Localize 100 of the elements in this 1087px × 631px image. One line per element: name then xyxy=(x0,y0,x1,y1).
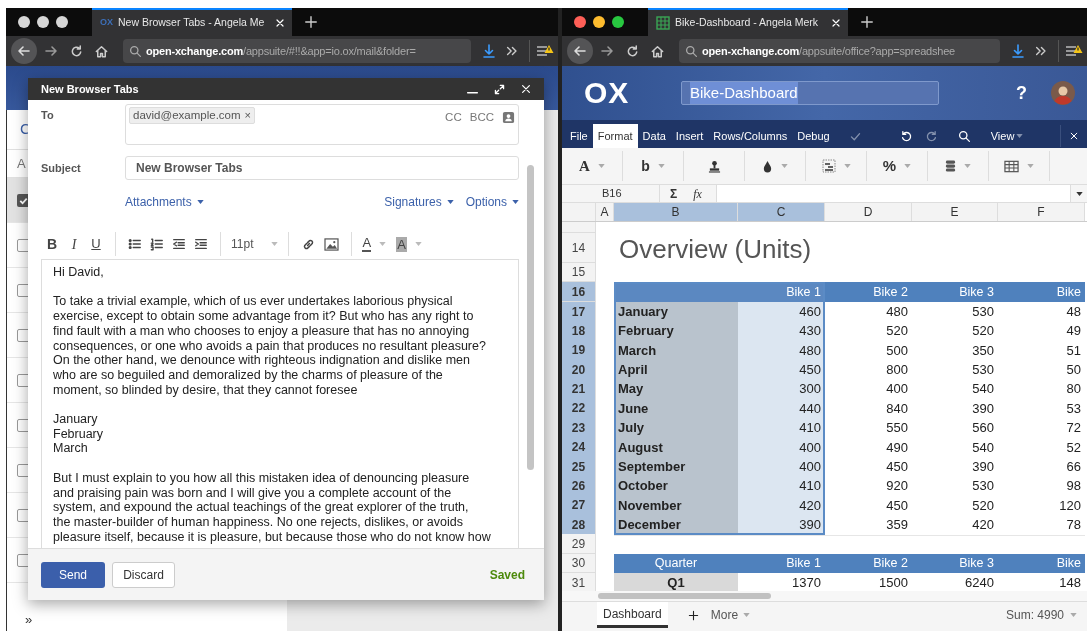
close-window-button[interactable] xyxy=(18,16,30,28)
fill-color-icon[interactable] xyxy=(762,159,773,173)
address-bar[interactable]: open-xchange.com/appsuite/office?app=spreadshee xyxy=(679,39,1000,63)
column-header[interactable]: F xyxy=(998,203,1085,221)
download-icon[interactable] xyxy=(481,43,497,59)
reload-icon[interactable] xyxy=(69,43,84,59)
scroll-thumb[interactable] xyxy=(527,165,534,470)
expand-icon[interactable] xyxy=(493,82,506,96)
column-header[interactable]: D xyxy=(825,203,912,221)
menu-tab[interactable]: File xyxy=(565,124,593,148)
forward-icon[interactable] xyxy=(43,43,59,59)
close-icon[interactable] xyxy=(520,83,532,95)
close-icon[interactable] xyxy=(830,17,842,29)
cell-style-icon[interactable] xyxy=(945,159,956,173)
reload-icon[interactable] xyxy=(625,43,640,59)
numbered-list-icon[interactable] xyxy=(150,237,164,251)
font-size-dropdown[interactable]: 11pt xyxy=(229,235,281,253)
text-color-dropdown[interactable]: A xyxy=(360,236,389,252)
address-book-icon[interactable] xyxy=(502,111,515,125)
column-header[interactable]: E xyxy=(912,203,998,221)
address-bar[interactable]: open-xchange.com/appsuite/#!!&app=io.ox/mail&folder= xyxy=(123,39,471,63)
row-header[interactable]: 23 xyxy=(562,418,596,439)
scroll-thumb[interactable] xyxy=(598,593,771,599)
row-header[interactable]: 15 xyxy=(562,263,596,283)
row-header[interactable]: 28 xyxy=(562,515,596,536)
menu-icon[interactable] xyxy=(536,43,554,59)
browser-tab[interactable]: OX New Browser Tabs - Angela Me xyxy=(92,8,292,36)
row-header[interactable]: 30 xyxy=(562,553,596,574)
outdent-icon[interactable] xyxy=(172,237,186,251)
table-icon[interactable] xyxy=(1004,159,1019,173)
row-header[interactable]: 29 xyxy=(562,534,596,554)
subject-field[interactable]: New Browser Tabs xyxy=(125,156,519,180)
new-tab-icon[interactable] xyxy=(304,15,318,29)
discard-button[interactable]: Discard xyxy=(112,561,175,588)
new-tab-icon[interactable] xyxy=(860,15,874,29)
dropdown-link[interactable]: Attachments xyxy=(125,193,204,211)
zoom-window-button[interactable] xyxy=(56,16,68,28)
bold-button[interactable]: b xyxy=(641,155,650,177)
undo-icon[interactable] xyxy=(899,129,913,143)
add-sheet-icon[interactable] xyxy=(687,610,699,621)
menu-tab[interactable]: Debug xyxy=(792,124,835,148)
view-menu[interactable]: View xyxy=(990,127,1024,145)
dropdown-link[interactable]: Signatures xyxy=(384,193,454,211)
number-format-button[interactable]: % xyxy=(882,154,897,178)
search-icon[interactable] xyxy=(957,129,971,143)
row-header[interactable]: 21 xyxy=(562,379,596,400)
italic-button[interactable]: I xyxy=(63,233,85,255)
minimize-window-button[interactable] xyxy=(37,16,49,28)
row-header[interactable]: 18 xyxy=(562,321,596,342)
column-header[interactable]: C xyxy=(738,203,825,221)
home-icon[interactable] xyxy=(94,43,109,59)
image-icon[interactable] xyxy=(324,237,340,251)
cc-link[interactable]: CC xyxy=(445,109,462,127)
bullet-list-icon[interactable] xyxy=(128,237,142,251)
bold-button[interactable]: B xyxy=(41,233,63,255)
underline-button[interactable]: U xyxy=(85,234,107,254)
remove-button[interactable]: × xyxy=(244,107,251,124)
sum-button[interactable]: Σ xyxy=(670,184,678,203)
expand-toggle[interactable]: » xyxy=(25,610,33,630)
send-button[interactable]: Send xyxy=(41,561,105,588)
row-header[interactable]: 14 xyxy=(562,233,596,263)
row-header[interactable]: 31 xyxy=(562,573,596,591)
download-icon[interactable] xyxy=(1010,43,1026,59)
row-header[interactable]: 26 xyxy=(562,476,596,497)
sum-display[interactable]: Sum: 4990 xyxy=(1005,602,1077,628)
recipient-field[interactable]: david@example.com × CC BCC xyxy=(125,104,519,145)
search-icon xyxy=(129,44,142,58)
dropdown-link[interactable]: Options xyxy=(465,193,519,211)
font-button[interactable]: A xyxy=(579,154,590,178)
menu-tab[interactable]: Insert xyxy=(670,124,709,148)
borders-icon[interactable] xyxy=(821,159,836,173)
home-icon[interactable] xyxy=(650,43,665,59)
chevrons-icon[interactable] xyxy=(505,44,519,58)
close-icon[interactable] xyxy=(274,17,286,29)
zoom-window-button[interactable] xyxy=(612,16,624,28)
menu-icon[interactable] xyxy=(1065,43,1083,59)
bcc-link[interactable]: BCC xyxy=(469,109,494,127)
back-button[interactable] xyxy=(11,38,37,64)
menu-tab[interactable]: Data xyxy=(637,124,671,148)
avatar[interactable] xyxy=(1051,81,1075,105)
minimize-window-button[interactable] xyxy=(593,16,605,28)
function-button[interactable]: fx xyxy=(693,184,702,203)
column-header[interactable]: A xyxy=(596,203,614,221)
close-window-button[interactable] xyxy=(574,16,586,28)
stamp-icon[interactable] xyxy=(707,159,721,173)
menu-tab[interactable]: Format xyxy=(592,124,638,148)
more-menu[interactable]: More xyxy=(710,602,751,628)
indent-icon[interactable] xyxy=(194,237,208,251)
close-icon[interactable] xyxy=(1069,131,1079,141)
forward-icon[interactable] xyxy=(599,43,615,59)
row-header[interactable]: 16 xyxy=(562,282,596,302)
highlight-dropdown[interactable]: A xyxy=(394,236,424,252)
back-button[interactable] xyxy=(567,38,593,64)
chevrons-icon[interactable] xyxy=(1034,44,1048,58)
browser-tab[interactable]: Bike-Dashboard - Angela Merk xyxy=(648,8,848,36)
column-header[interactable]: B xyxy=(614,203,738,221)
menu-tab[interactable]: Rows/Columns xyxy=(708,124,793,148)
help-button[interactable]: ? xyxy=(1016,79,1027,107)
sheet-tab[interactable]: Dashboard xyxy=(597,602,668,628)
formula-input[interactable] xyxy=(717,185,1070,202)
